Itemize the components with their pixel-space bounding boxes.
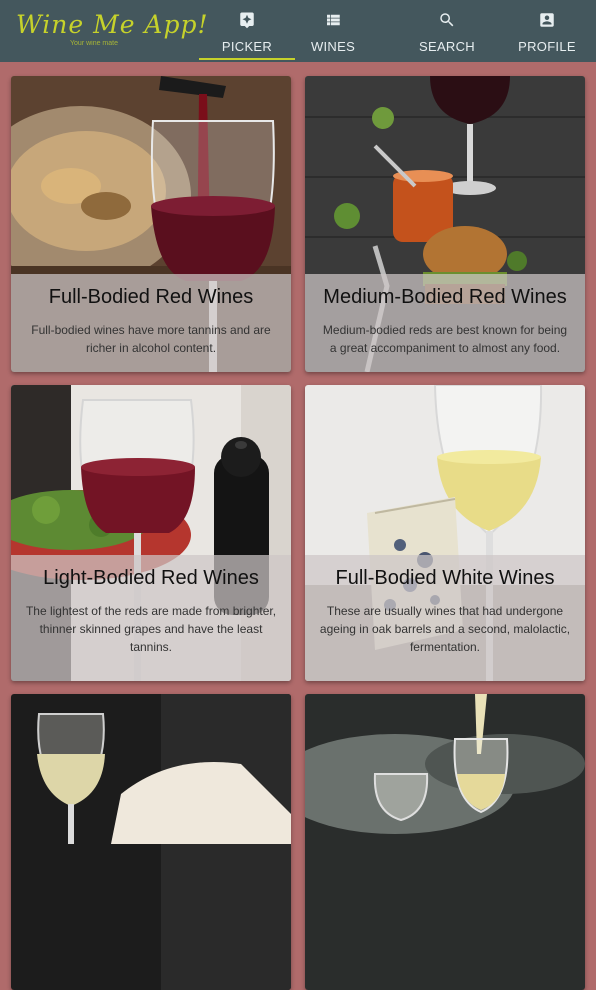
card-medium-bodied-red[interactable]: Medium-Bodied Red Wines Medium-bodied re… (305, 76, 585, 372)
pin-star-icon (240, 12, 254, 29)
card-description: The lightest of the reds are made from b… (25, 604, 277, 654)
card-title: Full-Bodied White Wines (335, 567, 555, 589)
tab-picker[interactable]: PICKER (199, 0, 295, 62)
card-description: Full-bodied wines have more tannins and … (31, 323, 271, 355)
card-caption: Full-Bodied Red Wines Full-bodied wines … (11, 274, 291, 372)
tab-search-label: SEARCH (419, 39, 475, 54)
card-image (11, 694, 291, 990)
tab-picker-label: PICKER (221, 39, 273, 54)
card-white-wine-glass[interactable] (11, 694, 291, 990)
card-full-bodied-red[interactable]: Full-Bodied Red Wines Full-bodied wines … (11, 76, 291, 372)
card-full-bodied-white[interactable]: Full-Bodied White Wines These are usuall… (305, 385, 585, 681)
logo-tagline: Your wine mate (70, 40, 118, 47)
logo-title: Wine Me App! (16, 10, 209, 39)
card-image (305, 694, 585, 990)
card-description: These are usually wines that had undergo… (319, 604, 571, 654)
card-white-wine-pour[interactable] (305, 694, 585, 990)
card-caption: Light-Bodied Red Wines The lightest of t… (11, 555, 291, 681)
card-light-bodied-red[interactable]: Light-Bodied Red Wines The lightest of t… (11, 385, 291, 681)
card-description: Medium-bodied reds are best known for be… (322, 323, 568, 355)
tab-search[interactable]: SEARCH (399, 0, 495, 62)
tab-profile-label: PROFILE (518, 39, 576, 54)
card-title: Light-Bodied Red Wines (43, 567, 259, 589)
tab-profile[interactable]: PROFILE (499, 0, 595, 62)
card-caption: Medium-Bodied Red Wines Medium-bodied re… (305, 274, 585, 372)
tab-wines[interactable]: WINES (285, 0, 381, 62)
account-box-icon (540, 13, 554, 27)
list-icon (327, 14, 340, 26)
tab-wines-label: WINES (310, 39, 356, 54)
app-logo[interactable]: Wine Me App! Your wine mate (16, 10, 208, 50)
card-title: Full-Bodied Red Wines (48, 286, 254, 308)
search-icon (440, 13, 454, 27)
active-tab-indicator (199, 58, 295, 60)
top-app-bar: Wine Me App! Your wine mate PICKER WINES… (0, 0, 596, 62)
card-title: Medium-Bodied Red Wines (323, 286, 567, 308)
card-caption: Full-Bodied White Wines These are usuall… (305, 555, 585, 681)
